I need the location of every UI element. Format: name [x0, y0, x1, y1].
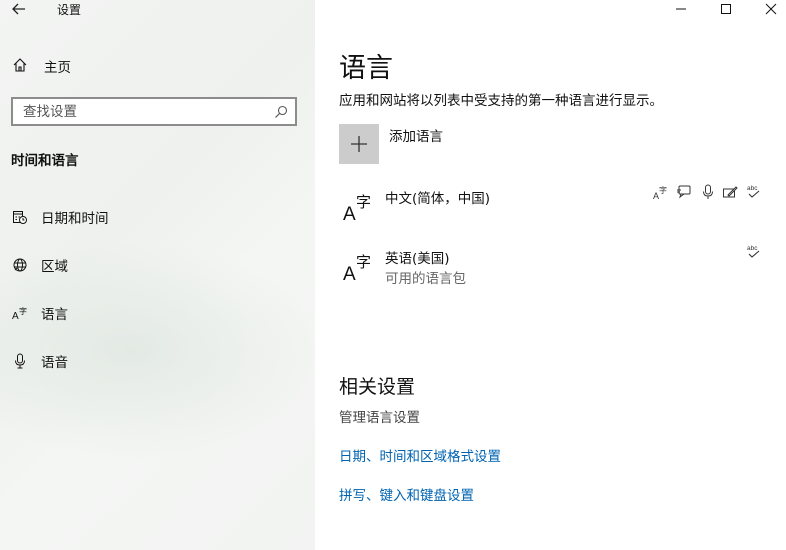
page-description: 应用和网站将以列表中受支持的第一种语言进行显示。: [339, 93, 663, 109]
sidebar-item-date-time[interactable]: 日期和时间: [11, 207, 109, 227]
back-arrow-icon[interactable]: [8, 0, 30, 18]
microphone-icon: [11, 352, 29, 370]
svg-text:字: 字: [356, 193, 371, 211]
svg-text:A: A: [343, 264, 356, 283]
display-language-icon: A字: [653, 183, 669, 201]
language-icon: A字: [341, 189, 375, 225]
link-date-time-region-format[interactable]: 日期、时间和区域格式设置: [339, 445, 501, 465]
nav-home-label: 主页: [44, 60, 71, 76]
language-icon: A字: [11, 304, 29, 322]
search-box: [11, 97, 297, 126]
globe-icon: [11, 256, 29, 274]
spellcheck-icon: abc: [746, 183, 762, 201]
search-input[interactable]: [13, 99, 267, 124]
search-icon[interactable]: [267, 99, 295, 124]
sidebar: 设置 主页 时间和语言 日期和时间 区域 A字 语言 语音: [0, 0, 315, 550]
svg-text:A: A: [12, 311, 19, 321]
speech-bubble-icon: [676, 183, 692, 201]
spellcheck-icon: abc: [746, 243, 762, 261]
svg-text:字: 字: [19, 306, 27, 316]
svg-text:abc: abc: [747, 245, 758, 252]
window-title: 设置: [57, 3, 82, 17]
nav-home[interactable]: 主页: [12, 56, 71, 76]
language-item-en-us[interactable]: A字 英语(美国) 可用的语言包 abc: [339, 243, 769, 293]
svg-text:abc: abc: [747, 185, 758, 192]
language-status: 可用的语言包: [385, 271, 466, 287]
page-title: 语言: [339, 53, 393, 84]
microphone-icon: [700, 183, 716, 201]
sidebar-item-label: 语音: [41, 355, 68, 371]
add-language-label: 添加语言: [389, 129, 443, 145]
sidebar-item-speech[interactable]: 语音: [11, 351, 68, 371]
close-button[interactable]: [748, 0, 786, 18]
close-icon: [765, 0, 777, 19]
svg-text:字: 字: [356, 253, 371, 271]
related-settings-title: 相关设置: [339, 376, 416, 398]
svg-text:字: 字: [659, 185, 667, 195]
handwriting-icon: [722, 183, 738, 201]
language-icon: A字: [341, 249, 375, 285]
maximize-icon: [720, 0, 732, 19]
calendar-clock-icon: [11, 208, 29, 226]
related-settings-subtitle: 管理语言设置: [339, 410, 420, 426]
sidebar-item-label: 语言: [41, 307, 68, 323]
language-item-zh-cn[interactable]: A字 中文(简体，中国) A字 abc: [339, 183, 769, 233]
sidebar-item-language[interactable]: A字 语言: [11, 303, 68, 323]
maximize-button[interactable]: [703, 0, 749, 18]
link-spelling-typing-keyboard[interactable]: 拼写、键入和键盘设置: [339, 484, 474, 504]
section-label: 时间和语言: [11, 153, 79, 169]
language-name: 中文(简体，中国): [385, 191, 491, 207]
minimize-icon: [675, 0, 687, 19]
plus-icon: [339, 124, 379, 164]
minimize-button[interactable]: [658, 0, 704, 18]
home-icon: [12, 57, 30, 75]
sidebar-item-label: 日期和时间: [41, 211, 109, 227]
language-name: 英语(美国): [385, 251, 450, 267]
add-language-button[interactable]: 添加语言: [339, 124, 443, 164]
svg-text:A: A: [343, 204, 356, 223]
sidebar-item-label: 区域: [41, 259, 68, 275]
sidebar-item-region[interactable]: 区域: [11, 255, 68, 275]
